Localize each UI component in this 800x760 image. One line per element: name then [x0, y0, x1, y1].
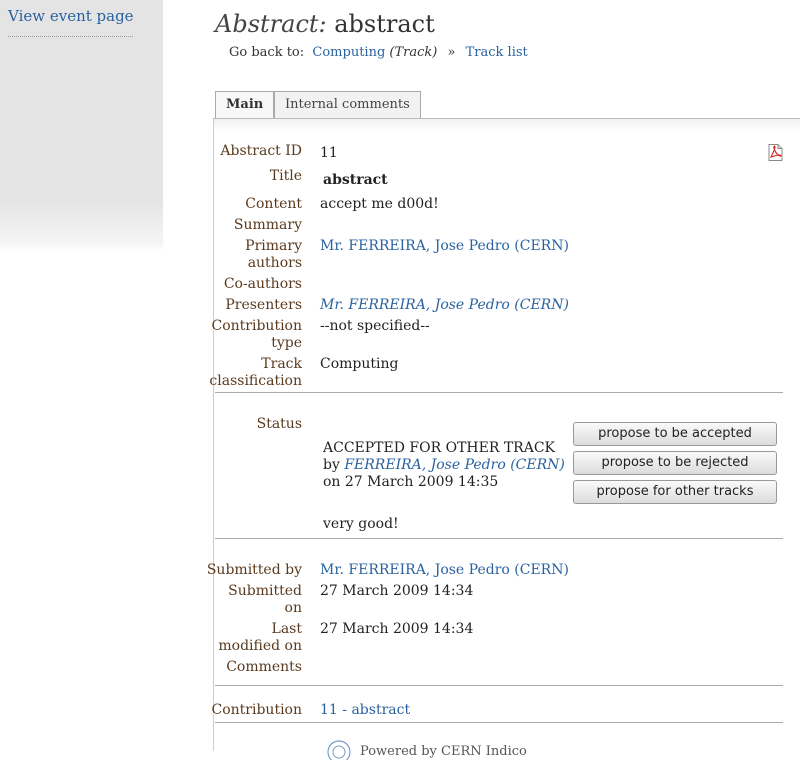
- divider: [215, 538, 783, 539]
- comments-label: Comments: [226, 659, 302, 675]
- submitted-by-value: Mr. FERREIRA, Jose Pedro (CERN): [320, 562, 569, 579]
- status-state: ACCEPTED FOR OTHER TRACK: [323, 440, 555, 456]
- submitter-link[interactable]: Mr. FERREIRA, Jose Pedro (CERN): [320, 562, 569, 578]
- co-authors-label: Co-authors: [223, 276, 302, 292]
- title-prefix: Abstract:: [215, 10, 327, 38]
- presenters-value: Mr. FERREIRA, Jose Pedro (CERN): [320, 297, 569, 314]
- last-modified-label-line2: modified on: [218, 638, 302, 654]
- title-text: abstract: [334, 10, 435, 38]
- status-by: by FERREIRA, Jose Pedro (CERN): [323, 457, 565, 474]
- status-by-prefix: by: [323, 457, 340, 473]
- propose-accept-button[interactable]: propose to be accepted: [573, 422, 777, 446]
- presenter-link[interactable]: Mr. FERREIRA, Jose Pedro (CERN): [320, 297, 569, 313]
- breadcrumb: Go back to: Computing (Track) » Track li…: [229, 45, 528, 60]
- page-title: Abstract: abstract: [215, 10, 435, 38]
- propose-reject-button[interactable]: propose to be rejected: [573, 451, 777, 475]
- track-tag: (Track): [389, 45, 438, 60]
- presenters-label: Presenters: [225, 297, 302, 313]
- status-label: Status: [256, 416, 302, 432]
- track-label-line1: Track: [261, 356, 302, 372]
- last-modified-label: Last modified on: [218, 621, 302, 655]
- tab-internal-comments[interactable]: Internal comments: [274, 91, 421, 118]
- divider: [215, 722, 783, 723]
- last-modified-label-line1: Last: [271, 621, 302, 637]
- contribution-type-label: Contribution type: [212, 318, 302, 352]
- status-date: on 27 March 2009 14:35: [323, 474, 499, 490]
- summary-label: Summary: [233, 217, 302, 233]
- last-modified-value: 27 March 2009 14:34: [320, 621, 474, 637]
- view-event-page-link[interactable]: View event page: [8, 7, 134, 25]
- primary-authors-label-line1: Primary: [245, 238, 302, 254]
- cern-logo-icon: [327, 740, 351, 760]
- divider: [215, 392, 783, 393]
- contribution-link[interactable]: 11 - abstract: [320, 702, 410, 718]
- abstract-id-label: Abstract ID: [220, 143, 302, 159]
- contribution-value: 11 - abstract: [320, 702, 410, 719]
- contribution-type-label-line2: type: [271, 335, 302, 351]
- powered-by-text: Powered by CERN Indico: [360, 744, 527, 759]
- propose-other-tracks-button[interactable]: propose for other tracks: [573, 480, 777, 504]
- submitted-on-label-line1: Submitted: [228, 583, 302, 599]
- pdf-icon[interactable]: [767, 144, 783, 161]
- sidebar: View event page: [0, 0, 163, 750]
- track-list-link[interactable]: Track list: [466, 45, 528, 60]
- submitted-on-label-line2: on: [284, 600, 302, 616]
- submitted-on-value: 27 March 2009 14:34: [320, 583, 474, 599]
- track-label-line2: classification: [209, 373, 302, 389]
- status-user-link[interactable]: FERREIRA, Jose Pedro (CERN): [344, 457, 565, 473]
- contribution-label: Contribution: [211, 702, 302, 718]
- contribution-type-label-line1: Contribution: [211, 318, 302, 334]
- title-value: abstract: [323, 172, 388, 188]
- primary-authors-value: Mr. FERREIRA, Jose Pedro (CERN): [320, 238, 569, 255]
- primary-authors-label-line2: authors: [247, 255, 302, 271]
- track-link[interactable]: Computing: [312, 45, 385, 60]
- title-label: Title: [269, 168, 302, 184]
- sidebar-divider: [8, 36, 133, 37]
- submitted-by-label: Submitted by: [206, 562, 302, 578]
- content-label: Content: [245, 196, 302, 212]
- track-label: Track classification: [209, 356, 302, 390]
- status-comment: very good!: [323, 516, 399, 532]
- submitted-on-label: Submitted on: [228, 583, 302, 617]
- tab-main[interactable]: Main: [215, 91, 275, 119]
- abstract-id-value: 11: [320, 145, 338, 161]
- content-value: accept me d00d!: [320, 196, 439, 212]
- track-value: Computing: [320, 356, 399, 372]
- divider: [215, 685, 783, 686]
- contribution-type-value: --not specified--: [320, 318, 430, 334]
- goback-label: Go back to:: [229, 45, 305, 60]
- breadcrumb-separator: »: [447, 45, 456, 60]
- primary-author-link[interactable]: Mr. FERREIRA, Jose Pedro (CERN): [320, 238, 569, 254]
- primary-authors-label: Primary authors: [245, 238, 302, 272]
